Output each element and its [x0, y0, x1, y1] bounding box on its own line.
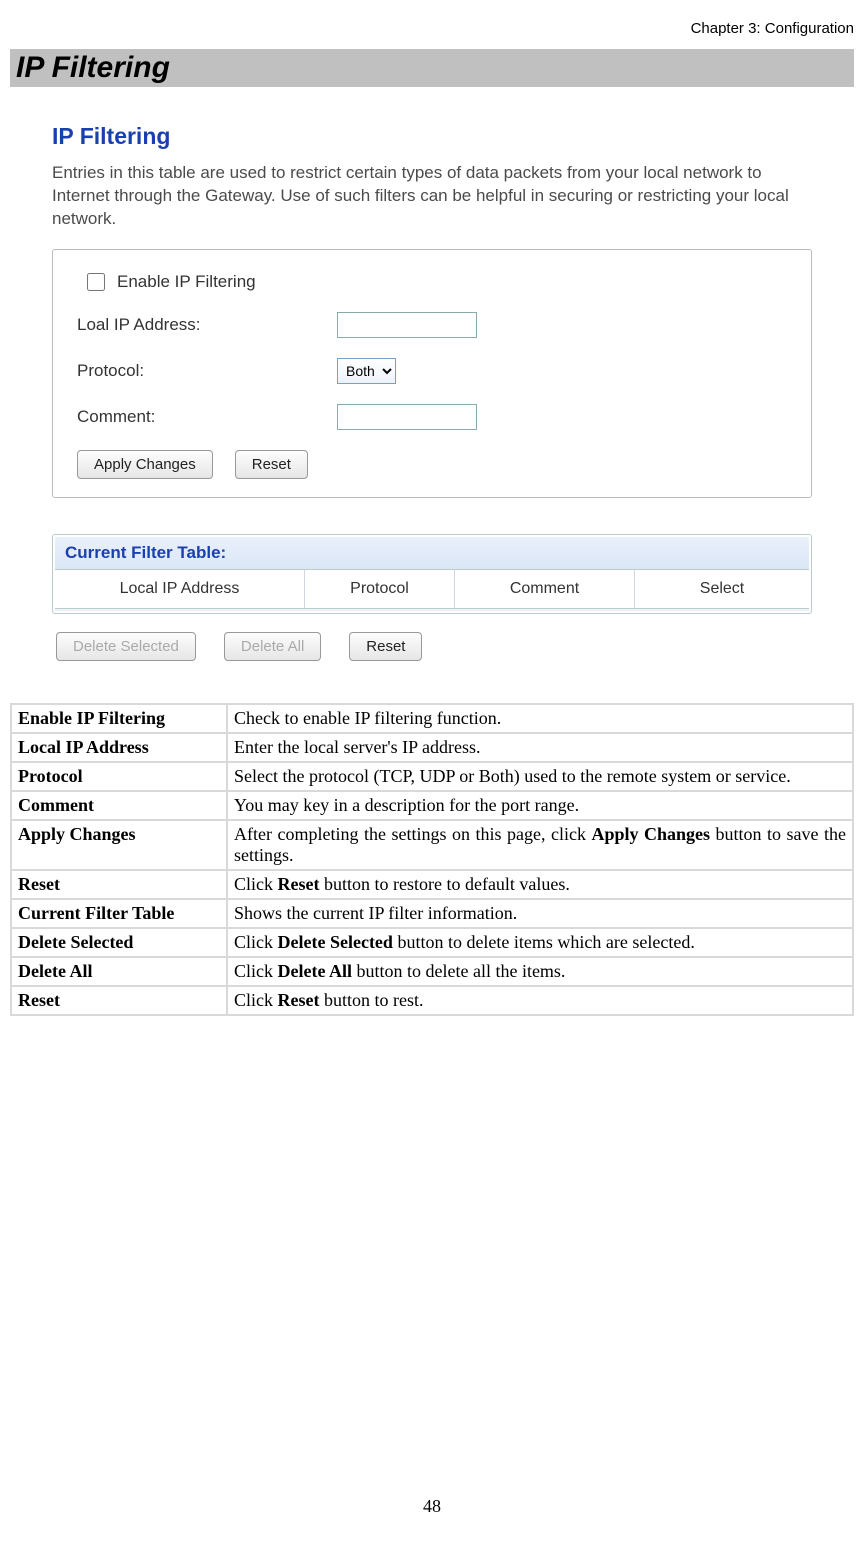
def-text: Click Reset button to rest.: [228, 987, 852, 1014]
def-text: Click Delete Selected button to delete i…: [228, 929, 852, 956]
page-number: 48: [10, 1496, 854, 1517]
filter-table-header-row: Local IP Address Protocol Comment Select: [55, 570, 809, 608]
reset-table-button[interactable]: Reset: [349, 632, 422, 661]
delete-all-button[interactable]: Delete All: [224, 632, 321, 661]
table-row: Current Filter Table Shows the current I…: [12, 900, 852, 927]
def-text: Click Reset button to restore to default…: [228, 871, 852, 898]
table-row: Apply Changes After completing the setti…: [12, 821, 852, 869]
filter-table-title: Current Filter Table:: [55, 537, 809, 570]
table-row: Comment You may key in a description for…: [12, 792, 852, 819]
comment-label: Comment:: [77, 407, 337, 427]
page-title: IP Filtering: [10, 49, 854, 87]
definitions-table: Enable IP Filtering Check to enable IP f…: [10, 703, 854, 1016]
local-ip-label: Loal IP Address:: [77, 315, 337, 335]
def-term: Delete Selected: [12, 929, 226, 956]
def-text: You may key in a description for the por…: [228, 792, 852, 819]
def-text: Shows the current IP filter information.: [228, 900, 852, 927]
def-text: Select the protocol (TCP, UDP or Both) u…: [228, 763, 852, 790]
enable-ip-filtering-checkbox[interactable]: [87, 273, 105, 291]
table-row: Delete All Click Delete All button to de…: [12, 958, 852, 985]
panel-description: Entries in this table are used to restri…: [52, 162, 812, 231]
filter-col-select: Select: [635, 570, 809, 608]
comment-input[interactable]: [337, 404, 477, 430]
table-row: Reset Click Reset button to restore to d…: [12, 871, 852, 898]
def-text: After completing the settings on this pa…: [228, 821, 852, 869]
reset-button[interactable]: Reset: [235, 450, 308, 479]
def-text: Enter the local server's IP address.: [228, 734, 852, 761]
protocol-label: Protocol:: [77, 361, 337, 381]
table-row: Local IP Address Enter the local server'…: [12, 734, 852, 761]
local-ip-input[interactable]: [337, 312, 477, 338]
table-row: Reset Click Reset button to rest.: [12, 987, 852, 1014]
chapter-header: Chapter 3: Configuration: [10, 20, 854, 37]
panel-title: IP Filtering: [52, 123, 812, 150]
table-row: Enable IP Filtering Check to enable IP f…: [12, 705, 852, 732]
table-row: Protocol Select the protocol (TCP, UDP o…: [12, 763, 852, 790]
def-term: Protocol: [12, 763, 226, 790]
def-term: Enable IP Filtering: [12, 705, 226, 732]
filter-col-comment: Comment: [455, 570, 635, 608]
def-text: Click Delete All button to delete all th…: [228, 958, 852, 985]
apply-changes-button[interactable]: Apply Changes: [77, 450, 213, 479]
enable-ip-filtering-label: Enable IP Filtering: [117, 272, 256, 292]
def-term: Reset: [12, 871, 226, 898]
config-form: Enable IP Filtering Loal IP Address: Pro…: [52, 249, 812, 498]
def-term: Current Filter Table: [12, 900, 226, 927]
delete-selected-button[interactable]: Delete Selected: [56, 632, 196, 661]
screenshot-panel: IP Filtering Entries in this table are u…: [42, 105, 822, 679]
filter-table-divider: [55, 608, 809, 611]
def-text: Check to enable IP filtering function.: [228, 705, 852, 732]
filter-col-local-ip: Local IP Address: [55, 570, 305, 608]
table-row: Delete Selected Click Delete Selected bu…: [12, 929, 852, 956]
filter-col-protocol: Protocol: [305, 570, 455, 608]
def-term: Apply Changes: [12, 821, 226, 869]
def-term: Delete All: [12, 958, 226, 985]
current-filter-table: Current Filter Table: Local IP Address P…: [52, 534, 812, 614]
def-term: Reset: [12, 987, 226, 1014]
protocol-select[interactable]: Both: [337, 358, 396, 384]
def-term: Comment: [12, 792, 226, 819]
def-term: Local IP Address: [12, 734, 226, 761]
